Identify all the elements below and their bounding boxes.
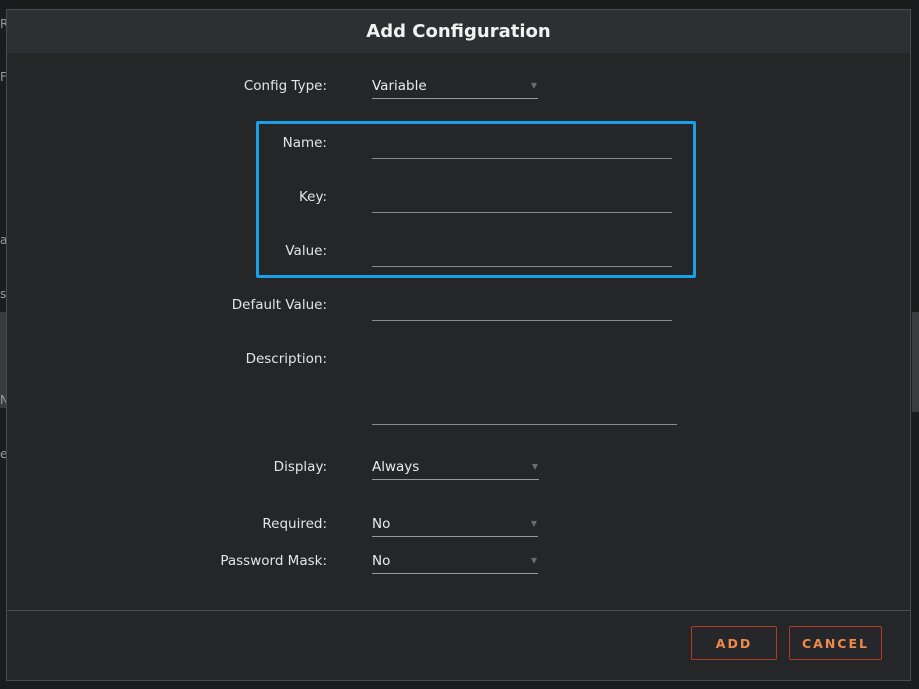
caret-down-icon: ▼ [530, 81, 537, 90]
display-label: Display: [273, 459, 327, 475]
config-type-select[interactable]: Variable ▼ [372, 75, 538, 99]
caret-down-icon: ▼ [531, 462, 538, 471]
cancel-button[interactable]: CANCEL [789, 626, 882, 660]
default-value-field[interactable] [372, 295, 672, 321]
caret-down-icon: ▼ [530, 519, 537, 528]
value-label: Value: [285, 243, 327, 259]
config-type-label: Config Type: [243, 78, 327, 94]
password-mask-label: Password Mask: [220, 553, 327, 569]
description-label: Description: [245, 351, 327, 367]
config-type-value: Variable [372, 78, 427, 94]
required-label: Required: [262, 516, 327, 532]
required-value: No [372, 516, 391, 532]
caret-down-icon: ▼ [530, 556, 537, 565]
name-field[interactable] [372, 133, 672, 159]
value-field[interactable] [372, 241, 672, 267]
add-button[interactable]: ADD [691, 626, 777, 660]
description-field[interactable] [372, 345, 677, 425]
display-value: Always [372, 459, 420, 475]
password-mask-value: No [372, 553, 391, 569]
password-mask-select[interactable]: No ▼ [372, 550, 538, 574]
key-field[interactable] [372, 187, 672, 213]
dialog-title: Add Configuration [366, 21, 551, 42]
name-label: Name: [282, 135, 327, 151]
background-panel [912, 312, 919, 412]
footer-divider [7, 610, 910, 611]
key-label: Key: [298, 189, 327, 205]
required-select[interactable]: No ▼ [372, 513, 538, 537]
add-configuration-dialog: Add Configuration Config Type: Variable … [6, 9, 911, 681]
display-select[interactable]: Always ▼ [372, 456, 539, 480]
dialog-header: Add Configuration [7, 10, 910, 53]
default-value-label: Default Value: [231, 297, 327, 313]
